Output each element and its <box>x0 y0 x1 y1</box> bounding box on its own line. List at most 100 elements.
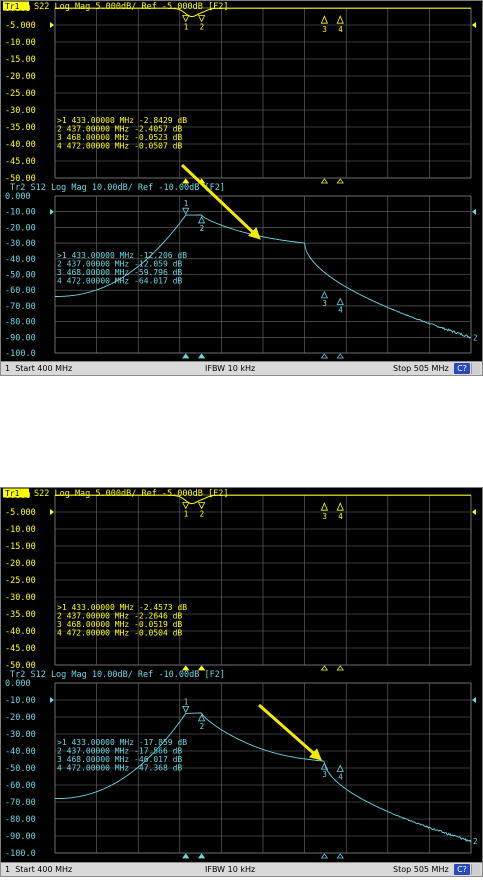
svg-text:2: 2 <box>200 224 205 233</box>
trace1-marker-2[interactable]: 2 <box>197 502 206 519</box>
trace2-ylabel: -40.00 <box>5 747 36 757</box>
start-frequency[interactable]: 1 Start 400 MHz <box>5 364 72 373</box>
trace2-marker-2[interactable]: 2 <box>197 216 206 233</box>
trace2-ylabel: -20.00 <box>5 713 36 723</box>
svg-text:4: 4 <box>338 512 343 521</box>
svg-text:2: 2 <box>200 510 205 519</box>
svg-text:3: 3 <box>322 299 327 308</box>
annotation-arrow <box>258 703 320 760</box>
trace2-ylabel: -20.00 <box>5 223 36 233</box>
trace1-marker-4[interactable]: 4 <box>336 15 344 34</box>
trace2-marker-readout: 4 472.00000 MHz -47.368 dB <box>57 764 182 773</box>
calibration-button[interactable]: C? <box>454 363 470 374</box>
trace1-marker-3[interactable]: 3 <box>320 15 329 34</box>
trace2-marker-readout: 4 472.00000 MHz -64.017 dB <box>57 277 182 286</box>
trace2-marker-3[interactable]: 3 <box>320 290 329 308</box>
svg-text:1: 1 <box>184 697 189 706</box>
trace1-ylabel: -20.00 <box>5 72 36 82</box>
trace2-header[interactable]: Tr2 S12 Log Mag 10.00dB/ Ref -10.00dB [F… <box>10 183 225 193</box>
trace2-ylabel: 0.000 <box>5 679 31 689</box>
marker-position-icon <box>336 353 344 359</box>
trace2-ylabel: -100.0 <box>5 349 36 359</box>
marker-position-icon <box>336 178 344 184</box>
trace2-ylabel: -100.0 <box>5 849 36 859</box>
plot-area: 0.000 -5.000 -10.00 -15.00 -20.00 -25.00 -30.0… <box>0 0 483 363</box>
svg-text:1: 1 <box>184 199 189 208</box>
svg-text:4: 4 <box>338 25 343 34</box>
svg-text:3: 3 <box>322 512 327 521</box>
svg-text:2: 2 <box>200 722 205 731</box>
trace2-ylabel: -70.00 <box>5 302 36 312</box>
marker-position-icon <box>336 665 344 671</box>
trace1-grid <box>54 7 472 179</box>
analyzer-screen-1: 0.000 -5.000 -10.00 -15.00 -20.00 -25.00 -30.0… <box>0 0 483 378</box>
trace1-badge[interactable]: Tr1 <box>5 489 20 498</box>
trace2-ylabel: -90.00 <box>5 832 36 842</box>
marker-position-icon <box>197 853 206 859</box>
trace1-ylabel: -10.00 <box>5 38 36 48</box>
trace1-ylabel: -15.00 <box>5 55 36 65</box>
trace1-ylabel: -35.00 <box>5 123 36 133</box>
plot-area: 0.000 -5.000 -10.00 -15.00 -20.00 -25.00 -30.0… <box>0 487 483 864</box>
start-frequency[interactable]: 1 Start 400 MHz <box>5 865 72 874</box>
trace2-ylabel: -50.00 <box>5 271 36 281</box>
status-bar: 1 Start 400 MHz IFBW 10 kHz Stop 505 MHz… <box>0 862 483 877</box>
trace1-ylabel: -15.00 <box>5 542 36 552</box>
trace1-ylabel: -5.000 <box>5 21 36 31</box>
annotation-arrow <box>180 163 260 239</box>
marker-position-icon <box>320 853 329 859</box>
trace1-marker-3[interactable]: 3 <box>320 502 329 521</box>
reference-level-icon <box>472 208 476 215</box>
trace2-ylabel: -60.00 <box>5 781 36 791</box>
trace1-marker-1[interactable]: 1 <box>182 502 190 519</box>
trace2-ylabel: -40.00 <box>5 255 36 265</box>
stop-frequency[interactable]: Stop 505 MHz <box>393 364 449 373</box>
trace-display: 0.000 -5.000 -10.00 -15.00 -20.00 -25.00 -30.0… <box>3 488 478 859</box>
trace1-header[interactable]: S22 Log Mag 5.000dB/ Ref -5.000dB [F2] <box>34 489 228 499</box>
trace1-ylabel: -35.00 <box>5 610 36 620</box>
trace1-marker-2[interactable]: 2 <box>197 15 206 32</box>
calibration-button[interactable]: C? <box>454 864 470 875</box>
status-bar: 1 Start 400 MHz IFBW 10 kHz Stop 505 MHz… <box>0 361 483 376</box>
svg-text:1: 1 <box>184 23 189 32</box>
trace1-badge[interactable]: Tr1 <box>5 2 20 11</box>
marker-position-icon <box>320 665 329 671</box>
stop-frequency[interactable]: Stop 505 MHz <box>393 865 449 874</box>
trace1-ylabel: -45.00 <box>5 644 36 654</box>
reference-level-icon <box>472 22 476 28</box>
trace1-ylabel: -25.00 <box>5 576 36 586</box>
trace1-ylabel: -45.00 <box>5 157 36 167</box>
marker-position-icon <box>336 853 344 859</box>
svg-text:3: 3 <box>322 770 327 779</box>
trace2-header[interactable]: Tr2 S12 Log Mag 10.00dB/ Ref -10.00dB [F… <box>10 670 225 680</box>
trace1-ylabel: -30.00 <box>5 106 36 116</box>
reference-level-icon <box>50 22 54 28</box>
marker-position-icon <box>320 353 329 359</box>
trace1-ylabel: -40.00 <box>5 140 36 150</box>
reference-level-icon <box>472 509 476 515</box>
trace2-marker-4[interactable]: 4 <box>336 297 344 315</box>
marker-position-icon <box>182 853 190 859</box>
trace2-ylabel: -50.00 <box>5 764 36 774</box>
trace1-ylabel: -40.00 <box>5 627 36 637</box>
trace2-end-marker: 2 <box>473 837 478 846</box>
ifbw-setting[interactable]: IFBW 10 kHz <box>205 865 255 874</box>
reference-level-icon <box>472 697 476 703</box>
trace1-marker-4[interactable]: 4 <box>336 502 344 521</box>
trace2-marker-1[interactable]: 1 <box>182 697 190 714</box>
trace2-ylabel: -80.00 <box>5 815 36 825</box>
trace1-ylabel: -20.00 <box>5 559 36 569</box>
resize-grip[interactable] <box>471 864 480 875</box>
trace1-ylabel: -30.00 <box>5 593 36 603</box>
svg-text:4: 4 <box>338 306 343 315</box>
resize-grip[interactable] <box>471 363 480 374</box>
ifbw-setting[interactable]: IFBW 10 kHz <box>205 364 255 373</box>
trace1-header[interactable]: S22 Log Mag 5.000dB/ Ref -5.000dB [F2] <box>34 2 228 12</box>
trace2-marker-3[interactable]: 3 <box>320 762 329 779</box>
trace2-end-marker: 2 <box>473 333 478 342</box>
trace1-marker-1[interactable]: 1 <box>182 15 190 32</box>
marker-position-icon <box>182 665 190 671</box>
svg-text:2: 2 <box>200 23 205 32</box>
trace2-ylabel: -30.00 <box>5 239 36 249</box>
marker-position-icon <box>197 665 206 671</box>
